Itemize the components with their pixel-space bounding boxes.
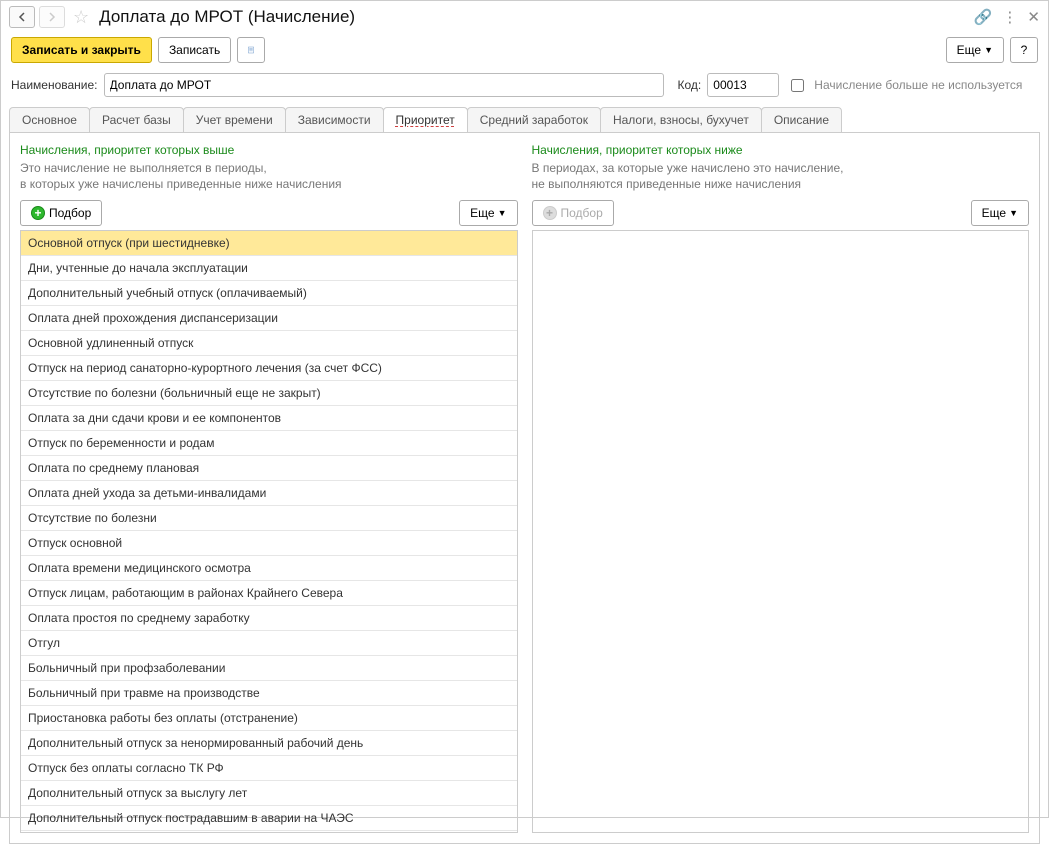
tab-main[interactable]: Основное	[9, 107, 90, 132]
help-button[interactable]: ?	[1010, 37, 1038, 63]
tab-priority[interactable]: Приоритет	[383, 107, 468, 132]
tabs: ОсновноеРасчет базыУчет времениЗависимос…	[1, 107, 1048, 132]
left-list[interactable]: Основной отпуск (при шестидневке)Дни, уч…	[20, 230, 518, 833]
list-item[interactable]: Основной удлиненный отпуск	[21, 331, 517, 356]
link-icon[interactable]: 🔗	[974, 8, 993, 26]
list-item[interactable]: Дополнительный учебный отпуск (оплачивае…	[21, 281, 517, 306]
list-item[interactable]: Оплата за дни сдачи крови и ее компонент…	[21, 406, 517, 431]
right-panel-description: В периодах, за которые уже начислено это…	[532, 161, 1030, 192]
no-longer-used-label: Начисление больше не используется	[814, 78, 1022, 92]
titlebar: ☆ Доплата до МРОТ (Начисление) 🔗 ⋮ ✕	[1, 1, 1048, 33]
plus-icon: +	[31, 206, 45, 220]
no-longer-used-checkbox[interactable]	[791, 79, 804, 92]
list-item[interactable]: Больничный при профзаболевании	[21, 656, 517, 681]
left-panel-description: Это начисление не выполняется в периоды,…	[20, 161, 518, 192]
list-item[interactable]: Отсутствие по болезни	[21, 506, 517, 531]
list-item[interactable]: Дни, учтенные до начала эксплуатации	[21, 256, 517, 281]
list-item[interactable]: Оплата по среднему плановая	[21, 456, 517, 481]
list-item[interactable]: Основной отпуск (при шестидневке)	[21, 231, 517, 256]
left-more-button[interactable]: Еще▼	[459, 200, 517, 226]
tab-content: Начисления, приоритет которых выше Это н…	[9, 132, 1040, 844]
right-add-button[interactable]: + Подбор	[532, 200, 614, 226]
list-item[interactable]: Отпуск лицам, работающим в районах Крайн…	[21, 581, 517, 606]
right-panel-toolbar: + Подбор Еще▼	[532, 200, 1030, 226]
name-input[interactable]	[104, 73, 664, 97]
tab-deps[interactable]: Зависимости	[285, 107, 384, 132]
list-item[interactable]: Отгул	[21, 631, 517, 656]
page-title: Доплата до МРОТ (Начисление)	[99, 7, 355, 27]
chevron-down-icon: ▼	[1009, 208, 1018, 218]
kebab-icon[interactable]: ⋮	[1002, 8, 1017, 26]
right-list[interactable]	[532, 230, 1030, 833]
left-panel-title: Начисления, приоритет которых выше	[20, 143, 518, 157]
list-item[interactable]: Оплата времени медицинского осмотра	[21, 556, 517, 581]
list-item[interactable]: Оплата дней ухода за детьми-инвалидами	[21, 481, 517, 506]
plus-icon: +	[543, 206, 557, 220]
list-item[interactable]: Больничный при травме на производстве	[21, 681, 517, 706]
list-item[interactable]: Отпуск по беременности и родам	[21, 431, 517, 456]
tab-time[interactable]: Учет времени	[183, 107, 286, 132]
chevron-down-icon: ▼	[984, 45, 993, 55]
toolbar: Записать и закрыть Записать Еще▼ ?	[1, 33, 1048, 71]
list-item[interactable]: Отсутствие по болезни (больничный еще не…	[21, 381, 517, 406]
more-button[interactable]: Еще▼	[946, 37, 1004, 63]
list-item[interactable]: Приостановка работы без оплаты (отстране…	[21, 706, 517, 731]
save-and-close-button[interactable]: Записать и закрыть	[11, 37, 152, 63]
report-button[interactable]	[237, 37, 265, 63]
back-button[interactable]	[9, 6, 35, 28]
list-item[interactable]: Отпуск основной	[21, 531, 517, 556]
left-panel: Начисления, приоритет которых выше Это н…	[20, 143, 518, 833]
list-item[interactable]: Дополнительный отпуск пострадавшим в ава…	[21, 806, 517, 831]
fields-row: Наименование: Код: Начисление больше не …	[1, 71, 1048, 107]
forward-button[interactable]	[39, 6, 65, 28]
tab-avg[interactable]: Средний заработок	[467, 107, 601, 132]
right-panel: Начисления, приоритет которых ниже В пер…	[532, 143, 1030, 833]
close-icon[interactable]: ✕	[1027, 8, 1040, 26]
list-item[interactable]: Оплата дней прохождения диспансеризации	[21, 306, 517, 331]
left-panel-toolbar: + Подбор Еще▼	[20, 200, 518, 226]
list-item[interactable]: Отпуск на период санаторно-курортного ле…	[21, 356, 517, 381]
list-item[interactable]: Отпуск без оплаты согласно ТК РФ	[21, 756, 517, 781]
tab-base[interactable]: Расчет базы	[89, 107, 184, 132]
chevron-down-icon: ▼	[498, 208, 507, 218]
code-input[interactable]	[707, 73, 779, 97]
tab-desc[interactable]: Описание	[761, 107, 842, 132]
list-item[interactable]: Оплата простоя по среднему заработку	[21, 606, 517, 631]
favorite-icon[interactable]: ☆	[73, 7, 89, 28]
code-label: Код:	[678, 78, 702, 92]
right-panel-title: Начисления, приоритет которых ниже	[532, 143, 1030, 157]
right-more-button[interactable]: Еще▼	[971, 200, 1029, 226]
left-add-button[interactable]: + Подбор	[20, 200, 102, 226]
list-item[interactable]: Дополнительный отпуск за ненормированный…	[21, 731, 517, 756]
tab-tax[interactable]: Налоги, взносы, бухучет	[600, 107, 762, 132]
save-button[interactable]: Записать	[158, 37, 231, 63]
name-label: Наименование:	[11, 78, 98, 92]
list-item[interactable]: Дополнительный отпуск за выслугу лет	[21, 781, 517, 806]
